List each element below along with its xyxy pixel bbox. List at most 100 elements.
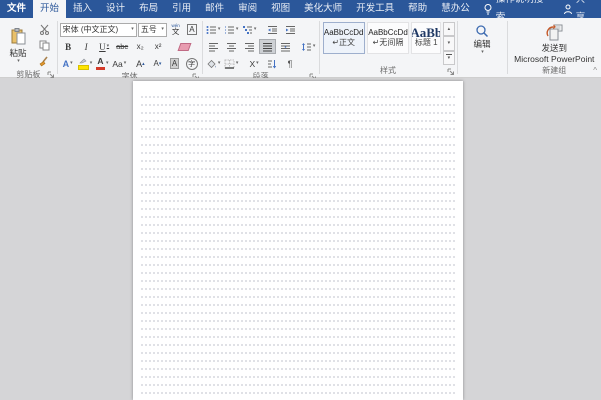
- enclose-characters-button[interactable]: 字: [184, 56, 200, 71]
- superscript-button[interactable]: x²: [150, 39, 167, 54]
- group-clipboard: 粘贴 ▾ 剪贴板: [0, 18, 57, 79]
- tab-home[interactable]: 开始: [33, 0, 67, 18]
- style-no-spacing[interactable]: AaBbCcDd ↵无间隔: [366, 22, 410, 54]
- underline-arrow: ▾: [106, 44, 110, 49]
- text-effects-arrow: ▾: [70, 60, 73, 66]
- document-gridlines: [140, 93, 456, 400]
- character-shading-icon: A: [169, 58, 180, 69]
- editing-button[interactable]: 编辑 ▾: [470, 20, 495, 65]
- asian-layout-button[interactable]: X ▾: [246, 56, 263, 71]
- person-icon: [563, 4, 573, 15]
- style-name: 标题 1: [414, 38, 438, 47]
- borders-button[interactable]: ▾: [223, 56, 240, 71]
- align-right-button[interactable]: [241, 39, 258, 54]
- paste-clipboard-icon: [9, 27, 28, 46]
- phonetic-guide-button[interactable]: wén 文: [168, 22, 183, 37]
- group-styles: AaBbCcDd ↵正文 AaBbCcDd ↵无间隔 AaBb 标题 1 ▴ ▾: [320, 18, 457, 77]
- tab-help[interactable]: 帮助: [401, 0, 434, 18]
- tab-design[interactable]: 设计: [99, 0, 132, 18]
- style-heading1[interactable]: AaBb 标题 1: [411, 22, 442, 54]
- tab-insert[interactable]: 插入: [66, 0, 99, 18]
- clear-formatting-button[interactable]: [176, 39, 193, 54]
- line-spacing-button[interactable]: ▾: [300, 39, 317, 54]
- align-center-button[interactable]: [223, 39, 240, 54]
- multilevel-list-button[interactable]: ▾: [241, 22, 258, 37]
- group-new: 发送到 Microsoft PowerPoint 新建组: [508, 18, 601, 77]
- style-name: ↵无间隔: [372, 38, 404, 47]
- document-area[interactable]: [0, 78, 601, 400]
- font-color-icon: A: [95, 57, 105, 70]
- align-left-button[interactable]: [205, 39, 222, 54]
- italic-button[interactable]: I: [78, 39, 95, 54]
- justify-button[interactable]: [258, 39, 276, 54]
- font-name-arrow: ▾: [131, 26, 134, 32]
- tab-view[interactable]: 视图: [264, 0, 297, 18]
- subscript-button[interactable]: x₂: [132, 39, 149, 54]
- font-size-arrow: ▾: [161, 26, 164, 32]
- shrink-font-button[interactable]: A ▾: [149, 56, 165, 71]
- collapse-ribbon-button[interactable]: ^: [593, 67, 597, 75]
- group-paragraph: ▾ ▾ ▾ ▾ ▾ ▾ X ▾ ¶ 段落: [203, 18, 319, 81]
- text-effects-button[interactable]: A ▾: [60, 56, 76, 71]
- paste-button[interactable]: 粘贴 ▾: [2, 20, 34, 69]
- shrink-font-arrow: ▾: [158, 60, 162, 67]
- send-label-line1: 发送到: [541, 43, 568, 53]
- eraser-icon: [177, 42, 192, 51]
- tab-references[interactable]: 引用: [165, 0, 198, 18]
- style-name: ↵正文: [332, 38, 356, 47]
- phonetic-guide-icon: wén 文: [171, 22, 180, 36]
- underline-button[interactable]: U ▾: [96, 39, 113, 54]
- tell-me-search[interactable]: 操作说明搜索: [477, 0, 555, 23]
- tab-huibangong[interactable]: 慧办公: [434, 0, 477, 18]
- send-to-powerpoint-button[interactable]: 发送到 Microsoft PowerPoint: [510, 20, 598, 65]
- styles-scroll-down-button[interactable]: ▾: [443, 36, 455, 51]
- enclose-characters-icon: 字: [185, 57, 198, 70]
- highlight-color-button[interactable]: ▾: [77, 56, 94, 71]
- bold-button[interactable]: B: [60, 39, 77, 54]
- styles-scroll-up-button[interactable]: ▴: [443, 22, 455, 37]
- send-label-line2: Microsoft PowerPoint: [514, 54, 595, 64]
- multilevel-arrow: ▾: [253, 26, 257, 32]
- change-case-button[interactable]: Aa ▾: [111, 56, 127, 71]
- tab-beautify-master[interactable]: 美化大师: [297, 0, 349, 18]
- numbering-button[interactable]: ▾: [223, 22, 240, 37]
- font-size-combobox[interactable]: 五号 ▾: [137, 22, 167, 37]
- highlight-arrow: ▾: [89, 60, 93, 66]
- tab-file[interactable]: 文件: [0, 0, 34, 18]
- tab-review[interactable]: 审阅: [231, 0, 264, 18]
- numbering-arrow: ▾: [235, 26, 239, 32]
- change-case-arrow: ▾: [123, 60, 127, 66]
- styles-group-label: 样式: [322, 65, 455, 77]
- font-color-button[interactable]: A ▾: [94, 56, 110, 71]
- styles-gallery-more-button[interactable]: ▾: [443, 50, 455, 65]
- increase-indent-button[interactable]: [282, 22, 299, 37]
- decrease-indent-button[interactable]: [264, 22, 281, 37]
- font-color-arrow: ▾: [105, 60, 109, 66]
- distribute-button[interactable]: [277, 39, 294, 54]
- character-shading-button[interactable]: A: [166, 56, 182, 71]
- tab-layout[interactable]: 布局: [132, 0, 165, 18]
- character-border-button[interactable]: A: [184, 22, 199, 37]
- tab-mailings[interactable]: 邮件: [198, 0, 231, 18]
- style-normal[interactable]: AaBbCcDd ↵正文: [322, 22, 365, 54]
- sort-button[interactable]: [264, 56, 281, 71]
- copy-button[interactable]: [36, 38, 53, 53]
- font-name-combobox[interactable]: 宋体 (中文正文) ▾: [59, 22, 137, 37]
- cut-button[interactable]: [36, 22, 53, 37]
- show-hide-marks-button[interactable]: ¶: [282, 56, 299, 71]
- send-to-powerpoint-icon: [544, 22, 564, 43]
- grow-font-button[interactable]: A ▴: [132, 56, 148, 71]
- ribbon-tab-bar: 文件 开始 插入 设计 布局 引用 邮件 审阅 视图 美化大师 开发工具 帮助 …: [0, 0, 601, 23]
- font-size-value: 五号: [140, 25, 157, 34]
- format-painter-button[interactable]: [36, 54, 53, 69]
- strikethrough-button[interactable]: abc: [114, 39, 131, 54]
- document-page[interactable]: [133, 81, 463, 400]
- lightbulb-icon: [483, 3, 493, 15]
- styles-dialog-launcher-icon[interactable]: [447, 68, 455, 76]
- share-button[interactable]: 共享: [555, 0, 601, 23]
- tab-developer[interactable]: 开发工具: [349, 0, 401, 18]
- shading-button[interactable]: ▾: [205, 56, 222, 71]
- editing-group-footer: [459, 65, 504, 77]
- bullets-button[interactable]: ▾: [205, 22, 222, 37]
- styles-gallery-scrollbar: ▴ ▾ ▾: [443, 22, 455, 65]
